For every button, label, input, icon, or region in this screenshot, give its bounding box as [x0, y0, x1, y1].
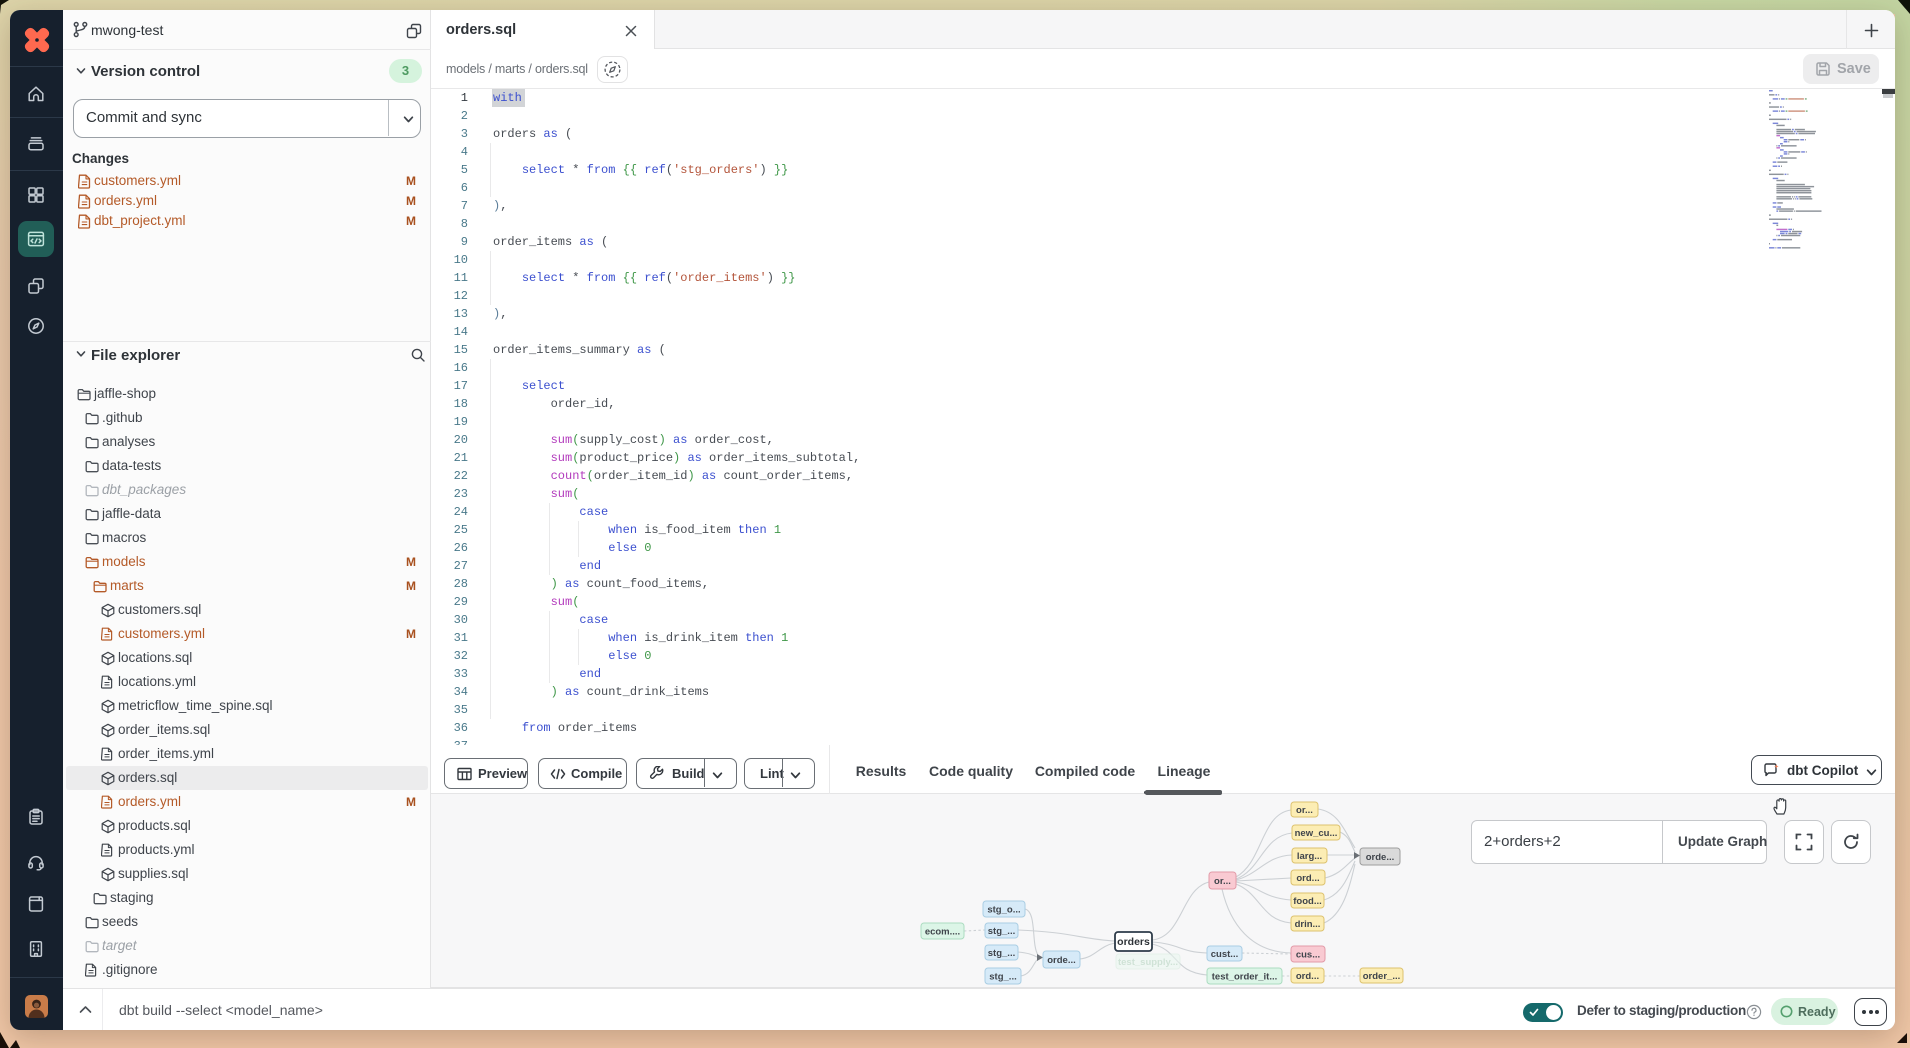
svg-text:orde...: orde...	[1047, 955, 1076, 966]
svg-text:ecom....: ecom....	[925, 927, 960, 938]
svg-text:test_order_it...: test_order_it...	[1212, 972, 1277, 983]
svg-text:cust...: cust...	[1211, 949, 1238, 960]
svg-text:ord...: ord...	[1296, 971, 1319, 982]
svg-text:stg_...: stg_...	[988, 948, 1015, 959]
svg-text:stg_o...: stg_o...	[987, 905, 1020, 916]
svg-text:orders: orders	[1117, 936, 1150, 948]
svg-text:ord...: ord...	[1296, 873, 1319, 884]
svg-text:new_cu...: new_cu...	[1295, 828, 1338, 839]
svg-text:larg...: larg...	[1297, 851, 1322, 862]
svg-text:drin...: drin...	[1295, 919, 1321, 930]
svg-text:orde...: orde...	[1366, 852, 1395, 863]
svg-text:stg_...: stg_...	[988, 926, 1015, 937]
svg-text:test_supply...: test_supply...	[1118, 957, 1178, 968]
svg-text:cus...: cus...	[1296, 950, 1320, 961]
svg-text:or...: or...	[1214, 876, 1231, 887]
svg-text:or...: or...	[1296, 805, 1313, 816]
svg-text:food...: food...	[1293, 896, 1322, 907]
svg-text:order_...: order_...	[1363, 971, 1401, 982]
svg-text:stg_...: stg_...	[989, 972, 1016, 983]
